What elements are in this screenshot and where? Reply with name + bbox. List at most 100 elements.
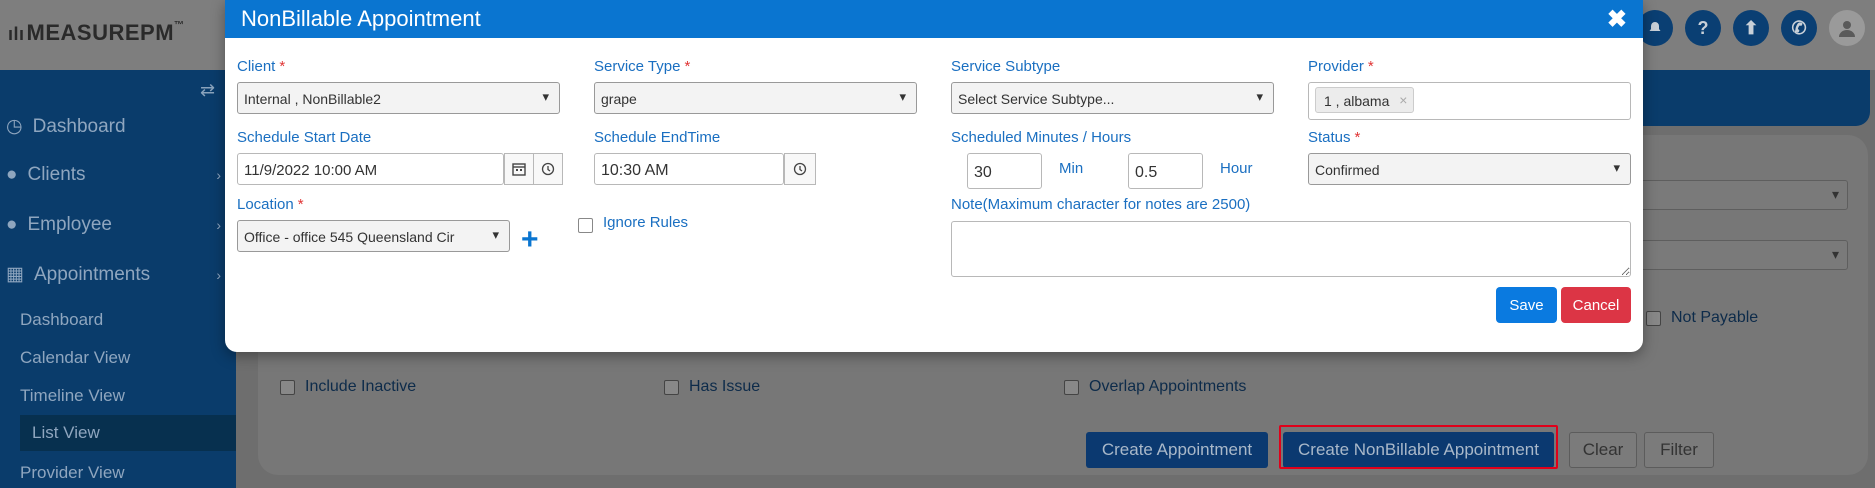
label-text: Status <box>1308 129 1351 146</box>
app-logo[interactable]: ılıMEASUREPM™ <box>8 20 185 46</box>
add-location-icon[interactable]: + <box>521 225 539 255</box>
service-subtype-select[interactable]: Select Service Subtype... <box>951 82 1274 114</box>
scheduled-minutes-label: Scheduled Minutes / Hours <box>951 129 1132 146</box>
modal-title: NonBillable Appointment <box>241 6 481 31</box>
include-inactive-checkbox[interactable]: Include Inactive <box>280 378 416 396</box>
required-mark: * <box>1367 58 1374 75</box>
service-type-label: Service Type * <box>594 58 690 75</box>
label-text: Service Type <box>594 58 681 75</box>
sidebar-item-dashboard[interactable]: ◷ Dashboard <box>6 115 221 138</box>
checkbox-label: Not Payable <box>1671 309 1759 326</box>
checkbox-box <box>1646 310 1661 326</box>
hours-unit: Hour <box>1220 160 1253 177</box>
sidebar-subitem-dashboard[interactable]: Dashboard <box>20 310 103 330</box>
provider-label: Provider * <box>1308 58 1374 75</box>
schedule-end-label: Schedule EndTime <box>594 129 721 146</box>
label-text: Provider <box>1308 58 1364 75</box>
calendar-icon: ▦ <box>6 264 24 285</box>
cancel-button[interactable]: Cancel <box>1561 287 1631 323</box>
schedule-start-input[interactable]: 11/9/2022 10:00 AM <box>237 153 504 185</box>
minutes-unit: Min <box>1059 160 1084 177</box>
save-button[interactable]: Save <box>1496 287 1557 323</box>
label-text: Client <box>237 58 276 75</box>
checkbox-label: Overlap Appointments <box>1089 378 1247 395</box>
provider-multiselect[interactable]: 1 , albama × <box>1308 82 1631 120</box>
tag-remove-icon[interactable]: × <box>1399 92 1407 108</box>
chevron-right-icon: › <box>216 217 221 233</box>
ignore-rules-checkbox[interactable] <box>578 218 593 233</box>
note-textarea[interactable] <box>951 221 1631 277</box>
highlight-box <box>1279 425 1558 469</box>
schedule-end-input[interactable]: 10:30 AM <box>594 153 784 185</box>
note-label: Note(Maximum character for notes are 250… <box>951 196 1251 213</box>
service-type-select[interactable]: grape <box>594 82 917 114</box>
location-label: Location * <box>237 196 304 213</box>
sidebar-item-label: Employee <box>27 214 112 235</box>
filter-select[interactable] <box>1638 180 1848 210</box>
required-mark: * <box>297 196 304 213</box>
ignore-rules-label: Ignore Rules <box>603 214 689 231</box>
checkbox-box <box>1064 379 1079 395</box>
clock-picker-icon[interactable] <box>784 153 816 185</box>
logo-mark-icon: ılı <box>8 24 25 44</box>
overlap-appointments-checkbox[interactable]: Overlap Appointments <box>1064 378 1246 396</box>
sidebar-subitem-provider-view[interactable]: Provider View <box>20 463 125 483</box>
required-mark: * <box>279 58 286 75</box>
chevron-right-icon: › <box>216 167 221 183</box>
avatar[interactable] <box>1829 10 1865 46</box>
filter-select[interactable] <box>1638 240 1848 270</box>
close-icon[interactable]: ✖ <box>1607 5 1627 34</box>
checkbox-box <box>280 379 295 395</box>
dashboard-icon: ◷ <box>6 116 23 137</box>
sidebar-item-label: Clients <box>27 164 86 185</box>
checkbox-label: Include Inactive <box>305 378 417 395</box>
not-payable-checkbox[interactable]: Not Payable <box>1646 309 1758 327</box>
upload-icon[interactable]: ⬆ <box>1733 10 1769 46</box>
sidebar-item-label: Dashboard <box>32 115 126 137</box>
client-select-value: Internal , NonBillable2 <box>244 91 381 107</box>
sidebar-subitem-timeline-view[interactable]: Timeline View <box>20 386 125 406</box>
sidebar-item-appointments[interactable]: ▦ Appointments › <box>6 263 221 286</box>
clock-picker-icon[interactable] <box>533 153 563 185</box>
status-select-value: Confirmed <box>1315 162 1380 178</box>
sidebar: ⇄ ◷ Dashboard ● Clients › ● Employee › ▦… <box>0 70 236 488</box>
sidebar-subitem-list-view[interactable]: List View <box>20 415 236 451</box>
required-mark: * <box>684 58 691 75</box>
provider-tag-text: 1 , albama <box>1324 93 1390 109</box>
calendar-picker-icon[interactable] <box>504 153 534 185</box>
clear-button[interactable]: Clear <box>1569 432 1637 468</box>
phone-icon[interactable]: ✆ <box>1781 10 1817 46</box>
has-issue-checkbox[interactable]: Has Issue <box>664 378 760 396</box>
sidebar-item-clients[interactable]: ● Clients › <box>6 164 221 186</box>
filter-button[interactable]: Filter <box>1644 432 1714 468</box>
modal-header: NonBillable Appointment ✖ <box>225 0 1643 38</box>
provider-tag: 1 , albama × <box>1315 87 1415 113</box>
status-label: Status * <box>1308 129 1360 146</box>
schedule-start-label: Schedule Start Date <box>237 129 372 146</box>
users-icon: ● <box>6 214 18 235</box>
label-text: Location <box>237 196 294 213</box>
client-label: Client * <box>237 58 285 75</box>
nonbillable-appointment-modal: NonBillable Appointment ✖ Client * Intern… <box>225 0 1643 352</box>
help-icon[interactable]: ? <box>1685 10 1721 46</box>
minutes-input[interactable]: 30 <box>967 153 1042 189</box>
service-subtype-select-value: Select Service Subtype... <box>958 91 1115 107</box>
user-icon: ● <box>6 164 18 185</box>
top-icons: 7 ? ⬆ ✆ <box>1629 10 1865 52</box>
location-select[interactable]: Office - office 545 Queensland Cir <box>237 220 510 252</box>
logo-text: MEASUREPM <box>26 20 175 45</box>
status-select[interactable]: Confirmed <box>1308 153 1631 185</box>
sidebar-item-label: Appointments <box>33 263 151 285</box>
required-mark: * <box>1354 129 1361 146</box>
hours-input[interactable]: 0.5 <box>1128 153 1203 189</box>
checkbox-label: Has Issue <box>689 378 761 395</box>
client-select[interactable]: Internal , NonBillable2 <box>237 82 560 114</box>
service-subtype-label: Service Subtype <box>951 58 1061 75</box>
sidebar-subitem-calendar-view[interactable]: Calendar View <box>20 348 130 368</box>
sidebar-item-employee[interactable]: ● Employee › <box>6 214 221 236</box>
logo-trademark: ™ <box>174 20 185 31</box>
create-appointment-button[interactable]: Create Appointment <box>1086 432 1268 468</box>
sidebar-toggle-icon[interactable]: ⇄ <box>200 80 215 101</box>
checkbox-box <box>664 379 679 395</box>
location-select-value: Office - office 545 Queensland Cir <box>244 229 455 245</box>
